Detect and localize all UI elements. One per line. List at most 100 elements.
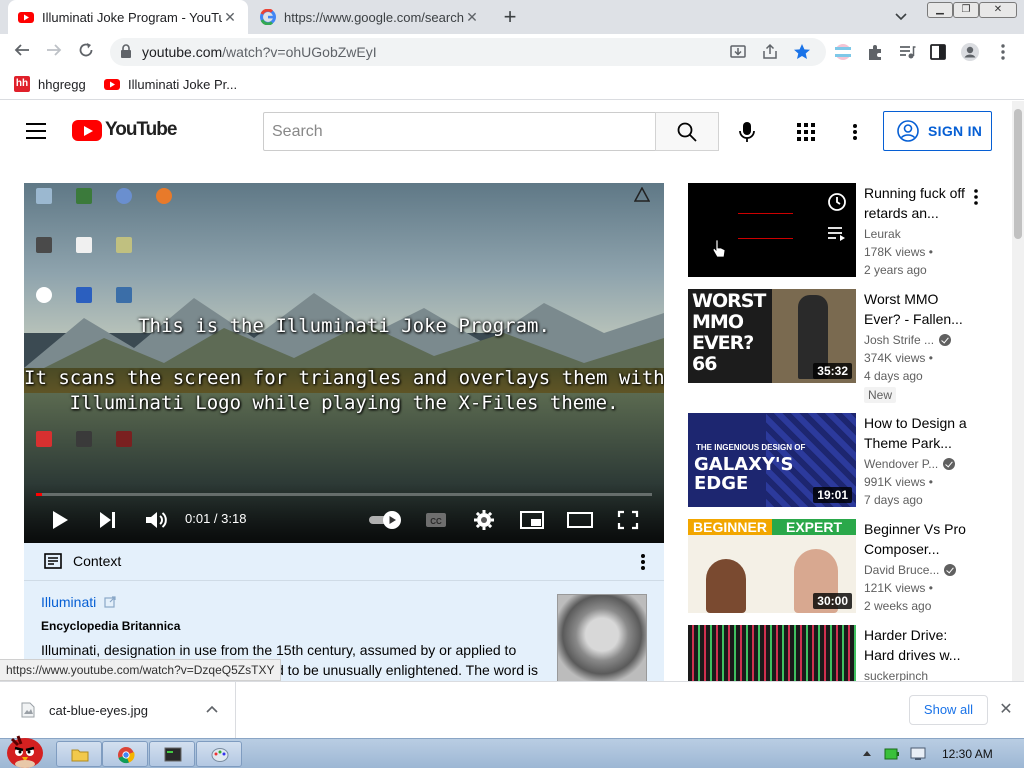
video-player[interactable]: This is the Illuminati Joke Program. It …	[24, 183, 664, 543]
external-link-icon[interactable]	[104, 596, 116, 608]
link-hover-status: https://www.youtube.com/watch?v=DzqeQ5Zs…	[0, 659, 282, 681]
youtube-logo[interactable]: YouTube	[72, 119, 177, 141]
install-app-icon[interactable]	[728, 42, 748, 62]
bookmark-star-icon[interactable]	[792, 42, 812, 62]
bookmark-hhgregg[interactable]: hh hhgregg	[14, 76, 86, 92]
start-button-angry-bird-icon[interactable]	[4, 731, 46, 768]
side-panel-icon[interactable]	[928, 42, 948, 62]
forward-button[interactable]	[42, 40, 66, 64]
add-to-queue-icon[interactable]	[826, 225, 848, 241]
reload-button[interactable]	[74, 40, 98, 64]
media-queue-icon[interactable]	[897, 42, 917, 62]
voice-search-mic-icon[interactable]	[737, 121, 757, 143]
context-link[interactable]: Illuminati	[41, 594, 96, 610]
restore-window-button[interactable]: ❐	[953, 2, 979, 18]
video-progress-bar[interactable]	[36, 493, 652, 496]
video-thumbnail[interactable]: WORST MMO EVER? 66 35:32	[688, 289, 856, 383]
search-input[interactable]: Search	[263, 112, 656, 151]
minimize-window-button[interactable]: ▁	[927, 2, 953, 18]
tab-title: Illuminati Joke Program - YouTube	[42, 9, 222, 25]
video-thumbnail[interactable]: BEGINNER EXPERT 30:00	[688, 519, 856, 613]
tab-search-chevron-icon[interactable]	[895, 8, 907, 24]
related-channel[interactable]: David Bruce...	[864, 563, 957, 577]
show-all-downloads-button[interactable]: Show all	[909, 695, 988, 725]
bookmark-illuminati[interactable]: Illuminati Joke Pr...	[104, 76, 237, 92]
tab-youtube[interactable]: Illuminati Joke Program - YouTube ✕	[8, 0, 248, 34]
extension-flag-icon[interactable]	[833, 42, 853, 62]
profile-avatar-icon[interactable]	[960, 42, 980, 62]
settings-more-icon[interactable]	[852, 123, 858, 141]
related-video-item[interactable]: THE INGENIOUS DESIGN OF GALAXY'S EDGE 19…	[688, 413, 998, 509]
miniplayer-icon[interactable]	[519, 509, 545, 531]
apps-grid-icon[interactable]	[797, 123, 815, 141]
video-thumbnail[interactable]	[688, 183, 856, 277]
close-window-button[interactable]: ✕	[979, 2, 1017, 18]
related-title[interactable]: Running fuck off retards an...	[864, 183, 974, 223]
desktop-icon	[116, 237, 132, 253]
play-icon[interactable]	[50, 509, 70, 531]
related-channel[interactable]: Josh Strife ...	[864, 333, 952, 347]
video-thumbnail[interactable]	[688, 625, 856, 681]
search-button[interactable]	[655, 112, 719, 151]
menu-hamburger-icon[interactable]	[26, 123, 46, 139]
windows-taskbar: 12:30 AM	[0, 735, 1024, 768]
show-hidden-icons-icon[interactable]	[862, 749, 872, 757]
related-channel[interactable]: suckerpinch	[864, 669, 928, 681]
context-more-icon[interactable]	[640, 553, 646, 571]
taskbar-paint[interactable]	[196, 741, 242, 767]
related-title[interactable]: Beginner Vs Pro Composer...	[864, 519, 974, 559]
close-download-shelf-icon[interactable]: ✕	[998, 702, 1014, 718]
chevron-up-icon[interactable]	[206, 704, 218, 714]
channel-name: David Bruce...	[864, 563, 940, 577]
autoplay-toggle-icon[interactable]	[368, 509, 402, 531]
share-icon[interactable]	[760, 42, 780, 62]
tab-close-icon[interactable]: ✕	[222, 9, 238, 26]
related-more-icon[interactable]	[974, 189, 978, 205]
captions-cc-icon[interactable]: CC	[424, 509, 448, 531]
related-video-item[interactable]: Running fuck off retards an... Leurak 17…	[688, 183, 998, 279]
fullscreen-icon[interactable]	[616, 509, 640, 531]
tab-close-icon[interactable]: ✕	[464, 9, 480, 26]
theater-mode-icon[interactable]	[566, 509, 594, 531]
address-bar[interactable]: youtube.com/watch?v=ohUGobZwEyI	[110, 38, 826, 66]
youtube-page: YouTube Search SIGN IN This is the Illum…	[0, 101, 1012, 681]
channel-name: Josh Strife ...	[864, 333, 935, 347]
url-text[interactable]: youtube.com/watch?v=ohUGobZwEyI	[142, 44, 377, 60]
related-title[interactable]: Worst MMO Ever? - Fallen...	[864, 289, 974, 329]
new-tab-button[interactable]: +	[498, 4, 522, 30]
battery-icon[interactable]	[884, 747, 900, 761]
desktop-icon	[36, 237, 52, 253]
watch-later-clock-icon[interactable]	[826, 191, 848, 213]
back-button[interactable]	[10, 40, 34, 64]
related-title[interactable]: How to Design a Theme Park...	[864, 413, 974, 453]
related-views: 374K views •	[864, 351, 933, 365]
related-channel[interactable]: Leurak	[864, 227, 901, 241]
related-title[interactable]: Harder Drive: Hard drives w...	[864, 625, 974, 665]
network-icon[interactable]	[910, 747, 928, 761]
related-video-item[interactable]: WORST MMO EVER? 66 35:32 Worst MMO Ever?…	[688, 289, 998, 403]
video-caption-line: This is the Illuminati Joke Program.	[138, 315, 550, 337]
related-video-item[interactable]: Harder Drive: Hard drives w... suckerpin…	[688, 625, 998, 681]
related-channel[interactable]: Wendover P...	[864, 457, 956, 471]
page-scrollbar[interactable]	[1012, 101, 1024, 681]
chrome-menu-icon[interactable]	[993, 42, 1013, 62]
settings-gear-icon[interactable]	[473, 509, 495, 531]
related-video-item[interactable]: BEGINNER EXPERT 30:00 Beginner Vs Pro Co…	[688, 519, 998, 615]
video-duration: 30:00	[813, 593, 852, 609]
taskbar-explorer[interactable]	[56, 741, 102, 767]
scrollbar-thumb[interactable]	[1014, 109, 1022, 239]
extensions-puzzle-icon[interactable]	[865, 42, 885, 62]
bookmarks-bar: hh hhgregg Illuminati Joke Pr...	[0, 70, 1024, 100]
taskbar-clock[interactable]: 12:30 AM	[942, 747, 993, 761]
video-thumbnail[interactable]: THE INGENIOUS DESIGN OF GALAXY'S EDGE 19…	[688, 413, 856, 507]
download-shelf: cat-blue-eyes.jpg Show all ✕	[0, 681, 1024, 739]
youtube-wordmark: YouTube	[105, 119, 177, 140]
volume-icon[interactable]	[144, 509, 168, 531]
next-video-icon[interactable]	[97, 509, 119, 531]
sign-in-button[interactable]: SIGN IN	[883, 111, 992, 151]
tab-google[interactable]: https://www.google.com/search ✕	[250, 0, 490, 34]
related-age: 7 days ago	[864, 493, 923, 507]
taskbar-chrome[interactable]	[102, 741, 148, 767]
taskbar-terminal[interactable]	[149, 741, 195, 767]
back-arrow-icon	[14, 44, 29, 56]
